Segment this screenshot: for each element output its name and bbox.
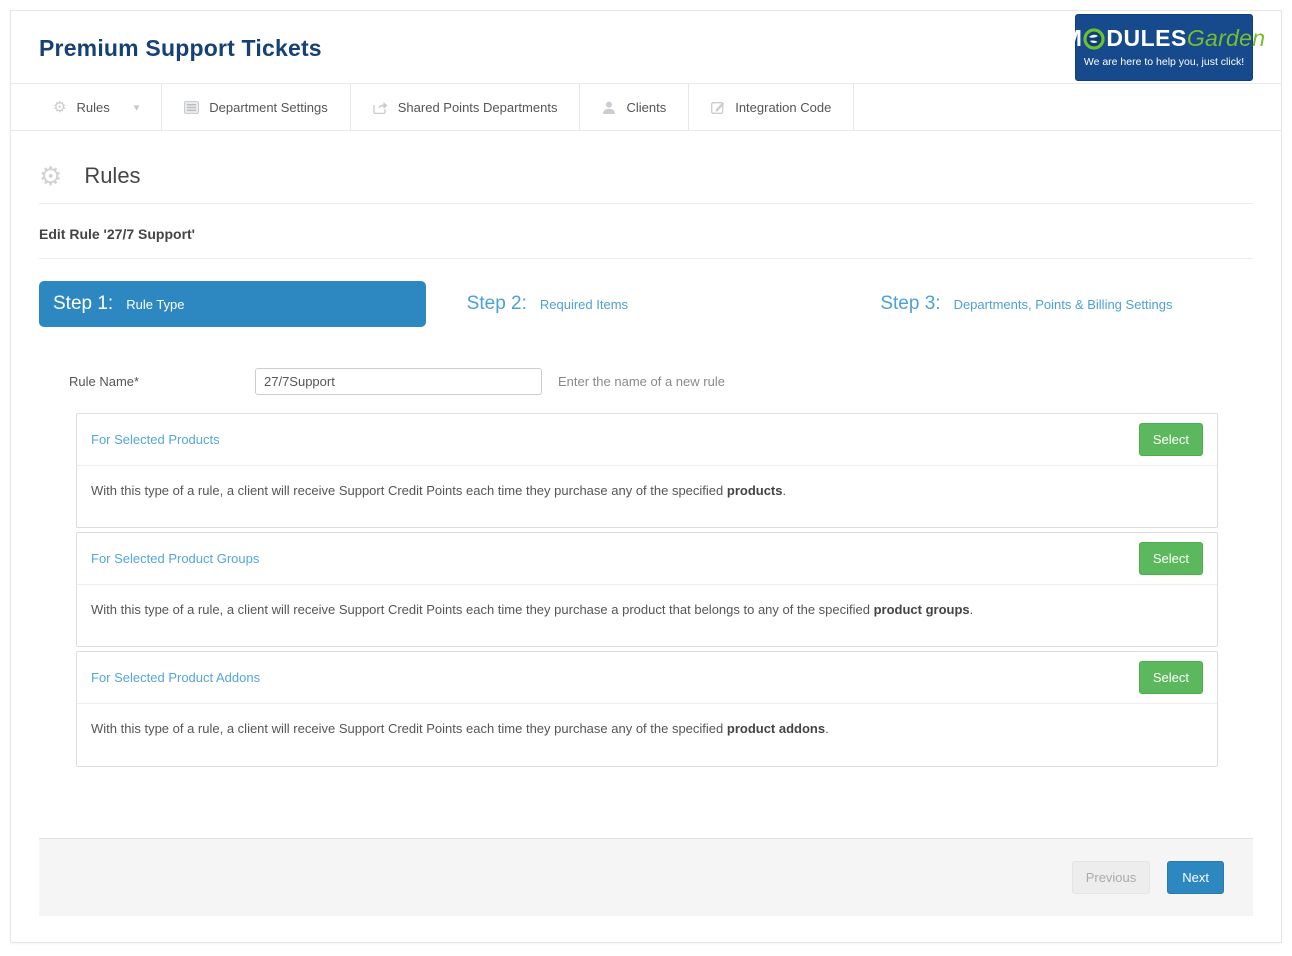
nav-item-rules[interactable]: ⚙ Rules ▾ xyxy=(39,84,162,130)
next-button[interactable]: Next xyxy=(1167,861,1224,894)
panel-description: With this type of a rule, a client will … xyxy=(77,585,1217,646)
modulesgarden-logo[interactable]: M DULES Garden We are here to help you, … xyxy=(1075,14,1253,81)
description-bold: product addons xyxy=(727,721,825,736)
panel-header: For Selected Product Groups Select xyxy=(77,533,1217,585)
section-title: Rules xyxy=(84,163,140,189)
gear-icon: ⚙ xyxy=(53,100,66,115)
panel-description: With this type of a rule, a client will … xyxy=(77,704,1217,765)
rule-name-helper-text: Enter the name of a new rule xyxy=(558,374,725,389)
rule-type-panel-products: For Selected Products Select With this t… xyxy=(76,413,1218,528)
select-product-groups-button[interactable]: Select xyxy=(1139,542,1203,575)
rule-type-link-products[interactable]: For Selected Products xyxy=(91,432,220,447)
rule-name-label: Rule Name* xyxy=(69,374,255,389)
rule-type-link-product-groups[interactable]: For Selected Product Groups xyxy=(91,551,259,566)
description-bold: product groups xyxy=(874,602,970,617)
nav-item-label: Clients xyxy=(626,100,666,115)
gear-icon: ⚙ xyxy=(39,163,62,189)
rule-name-input[interactable] xyxy=(255,368,542,395)
logo-text-m: M xyxy=(1063,27,1083,50)
section-header: ⚙ Rules xyxy=(39,163,1253,204)
globe-icon xyxy=(1083,28,1105,50)
rule-type-panel-product-groups: For Selected Product Groups Select With … xyxy=(76,532,1218,647)
tab-step-3-departments-points-billing[interactable]: Step 3: Departments, Points & Billing Se… xyxy=(866,281,1253,327)
rule-name-row: Rule Name* Enter the name of a new rule xyxy=(39,368,1253,395)
logo-text-garden: Garden xyxy=(1187,27,1266,50)
description-text: With this type of a rule, a client will … xyxy=(91,483,727,498)
description-bold: products xyxy=(727,483,783,498)
page-title: Premium Support Tickets xyxy=(39,35,322,62)
rule-type-options: For Selected Products Select With this t… xyxy=(76,413,1218,767)
header: Premium Support Tickets M DULES Garden W… xyxy=(11,11,1281,83)
nav-item-integration-code[interactable]: Integration Code xyxy=(689,84,854,130)
tab-step-1-rule-type[interactable]: Step 1: Rule Type xyxy=(39,281,426,327)
edit-icon xyxy=(711,101,725,114)
nav-item-label: Shared Points Departments xyxy=(398,100,558,115)
logo-tagline: We are here to help you, just click! xyxy=(1084,56,1244,68)
nav-item-clients[interactable]: Clients xyxy=(580,84,689,130)
module-nav: ⚙ Rules ▾ Department Settings Shared Poi… xyxy=(11,83,1281,131)
logo-wordmark: M DULES Garden xyxy=(1063,27,1266,50)
chevron-down-icon: ▾ xyxy=(134,101,140,114)
description-text: With this type of a rule, a client will … xyxy=(91,721,727,736)
select-products-button[interactable]: Select xyxy=(1139,423,1203,456)
share-icon xyxy=(373,101,388,114)
nav-item-label: Rules xyxy=(76,100,109,115)
module-panel: Premium Support Tickets M DULES Garden W… xyxy=(10,10,1282,943)
description-period: . xyxy=(970,602,974,617)
wizard-footer: Previous Next xyxy=(39,838,1253,916)
edit-rule-subheading: Edit Rule '27/7 Support' xyxy=(39,204,1253,259)
step-label: Rule Type xyxy=(126,297,184,312)
tab-step-2-required-items[interactable]: Step 2: Required Items xyxy=(453,281,840,327)
step-tabs: Step 1: Rule Type Step 2: Required Items… xyxy=(39,281,1253,327)
description-period: . xyxy=(825,721,829,736)
nav-item-department-settings[interactable]: Department Settings xyxy=(162,84,351,130)
step-label: Departments, Points & Billing Settings xyxy=(954,297,1173,312)
select-product-addons-button[interactable]: Select xyxy=(1139,661,1203,694)
step-prefix: Step 2: xyxy=(467,293,527,315)
rule-type-link-product-addons[interactable]: For Selected Product Addons xyxy=(91,670,260,685)
step-label: Required Items xyxy=(540,297,628,312)
user-icon xyxy=(602,101,616,114)
rule-type-panel-product-addons: For Selected Product Addons Select With … xyxy=(76,651,1218,766)
content-area: ⚙ Rules Edit Rule '27/7 Support' Step 1:… xyxy=(11,163,1281,916)
panel-header: For Selected Product Addons Select xyxy=(77,652,1217,704)
panel-header: For Selected Products Select xyxy=(77,414,1217,466)
step-prefix: Step 3: xyxy=(880,293,940,315)
nav-item-label: Department Settings xyxy=(209,100,328,115)
description-period: . xyxy=(783,483,787,498)
previous-button[interactable]: Previous xyxy=(1072,861,1151,894)
nav-item-label: Integration Code xyxy=(735,100,831,115)
list-icon xyxy=(184,101,199,114)
panel-description: With this type of a rule, a client will … xyxy=(77,466,1217,527)
step-prefix: Step 1: xyxy=(53,293,113,315)
nav-item-shared-points-departments[interactable]: Shared Points Departments xyxy=(351,84,581,130)
logo-text-dules: DULES xyxy=(1106,27,1186,50)
description-text: With this type of a rule, a client will … xyxy=(91,602,874,617)
